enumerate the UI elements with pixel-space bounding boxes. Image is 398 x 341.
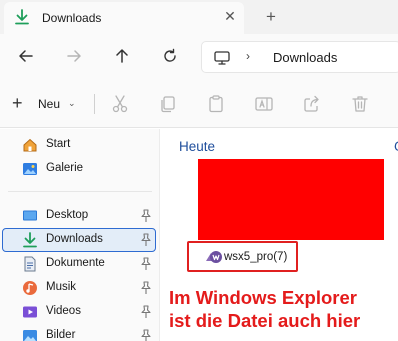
new-button[interactable]: + Neu ⌄ <box>10 92 80 116</box>
rename-icon[interactable] <box>254 94 274 114</box>
sidebar-item-label: Dokumente <box>46 257 105 269</box>
sidebar-item-label: Musik <box>46 281 77 293</box>
new-button-label: Neu <box>38 97 61 111</box>
group-heading-today[interactable]: Heute <box>179 139 215 154</box>
file-name: wsx5_pro(7) <box>224 251 288 263</box>
navigation-pane: Start Galerie Desktop Downloads Dokument… <box>0 129 160 341</box>
videos-icon <box>23 306 37 318</box>
pictures-icon <box>23 330 37 341</box>
forward-button[interactable] <box>60 42 88 70</box>
sidebar-item-videos[interactable]: Videos <box>2 300 156 324</box>
sidebar-item-label: Start <box>46 138 71 150</box>
pin-icon <box>141 329 151 341</box>
pin-icon <box>141 209 151 222</box>
redacted-area <box>198 159 384 240</box>
navigation-bar: › Downloads <box>0 34 398 80</box>
pin-icon <box>141 305 151 318</box>
sidebar-item-dokumente[interactable]: Dokumente <box>2 252 156 276</box>
desktop-icon <box>23 210 37 221</box>
tab-downloads[interactable]: Downloads ✕ <box>4 2 244 34</box>
share-icon[interactable] <box>302 94 322 114</box>
delete-icon[interactable] <box>350 94 370 114</box>
sidebar-item-start[interactable]: Start <box>2 133 156 157</box>
pin-icon <box>141 233 151 246</box>
music-icon <box>23 281 37 295</box>
refresh-button[interactable] <box>156 42 184 70</box>
paste-icon[interactable] <box>206 94 226 114</box>
chevron-down-icon: ⌄ <box>68 98 76 108</box>
arrow-up-icon <box>116 49 128 63</box>
sidebar-item-galerie[interactable]: Galerie <box>2 157 156 181</box>
pin-icon <box>141 281 151 294</box>
tab-bar: Downloads ✕ + <box>0 0 398 34</box>
up-button[interactable] <box>108 42 136 70</box>
breadcrumb-downloads[interactable]: Downloads <box>273 50 337 65</box>
tab-title: Downloads <box>42 11 102 25</box>
group-heading-next[interactable]: G <box>394 139 398 154</box>
sidebar-item-label: Downloads <box>46 233 103 245</box>
new-tab-button[interactable]: + <box>262 8 280 26</box>
annotation-text: Im Windows Explorer ist die Datei auch h… <box>169 286 360 332</box>
cut-icon[interactable] <box>110 94 130 114</box>
breadcrumb-separator[interactable]: › <box>246 49 250 63</box>
sidebar-item-label: Galerie <box>46 162 84 174</box>
file-list: Heute G wsx5_pro(7) Im Windows Explorer … <box>161 129 398 341</box>
computer-icon <box>214 51 230 65</box>
sidebar-item-desktop[interactable]: Desktop <box>2 204 156 228</box>
sidebar-item-musik[interactable]: Musik <box>2 276 156 300</box>
sidebar-divider <box>8 191 152 192</box>
arrow-left-icon <box>19 50 33 62</box>
copy-icon[interactable] <box>158 94 178 114</box>
sidebar-item-bilder[interactable]: Bilder <box>2 324 156 341</box>
home-icon <box>23 138 37 152</box>
plus-icon: + <box>12 93 23 113</box>
sidebar-item-label: Videos <box>46 305 81 317</box>
close-tab-button[interactable]: ✕ <box>222 8 238 24</box>
wsx5-app-icon <box>206 251 222 263</box>
download-icon <box>23 232 37 248</box>
sidebar-item-downloads[interactable]: Downloads <box>2 228 156 252</box>
annotation-line: ist die Datei auch hier <box>169 310 361 331</box>
gallery-icon <box>23 163 37 175</box>
file-item-wsx5-pro[interactable]: wsx5_pro(7) <box>187 241 298 272</box>
back-button[interactable] <box>12 42 40 70</box>
pin-icon <box>141 257 151 270</box>
refresh-icon <box>164 48 176 62</box>
arrow-right-icon <box>67 50 81 62</box>
annotation-line: Im Windows Explorer <box>169 287 357 308</box>
command-separator <box>94 94 95 114</box>
sidebar-item-label: Bilder <box>46 329 76 341</box>
sidebar-item-label: Desktop <box>46 209 89 221</box>
download-icon <box>15 9 29 25</box>
command-bar: + Neu ⌄ <box>0 80 398 128</box>
address-bar[interactable]: › Downloads <box>201 41 398 73</box>
documents-icon <box>24 256 36 272</box>
